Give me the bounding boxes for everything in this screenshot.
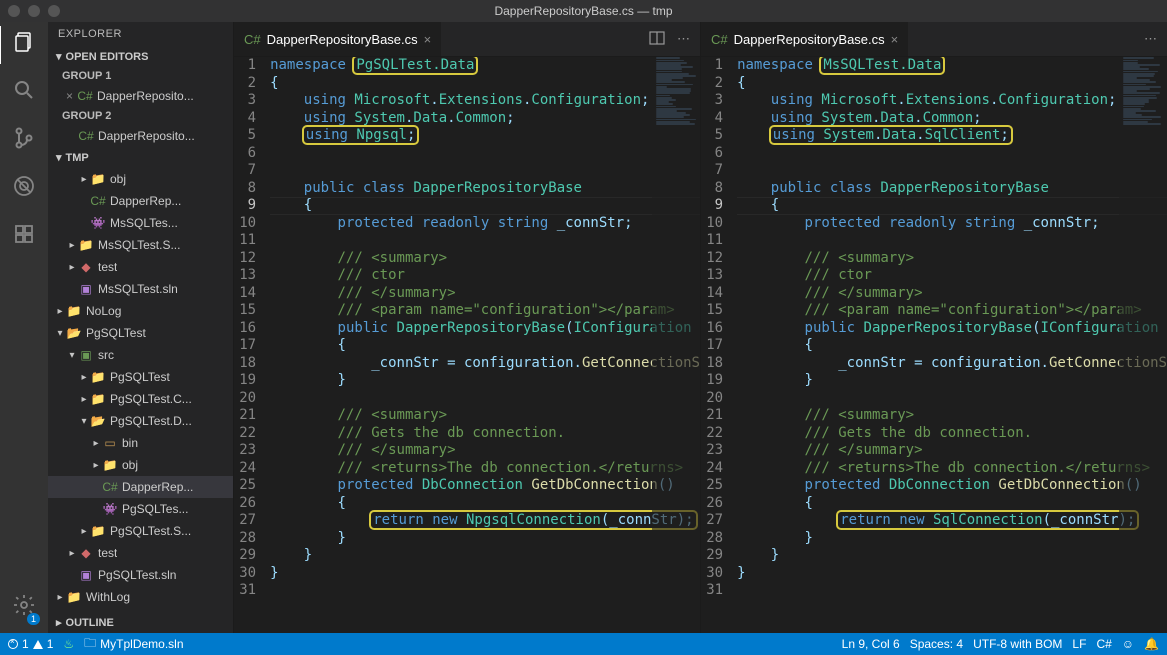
tree-folder[interactable]: ▸📁MsSQLTest.S... (48, 234, 233, 256)
status-indent[interactable]: Spaces: 4 (910, 637, 963, 651)
tree-folder[interactable]: ▸▭bin (48, 432, 233, 454)
explorer-icon[interactable] (12, 30, 36, 60)
test-icon: ◆ (78, 546, 94, 560)
editor-area: C#DapperRepositoryBase.cs× ⋯ 12345678910… (233, 22, 1167, 633)
status-flame[interactable]: ♨ (63, 637, 74, 651)
status-eol[interactable]: LF (1072, 637, 1086, 651)
tree-folder[interactable]: ▸📁WithLog (48, 586, 233, 608)
folder-icon: 📁 (90, 392, 106, 406)
tree-folder[interactable]: ▸📁obj (48, 168, 233, 190)
folder-icon: 🗀 (84, 634, 96, 655)
warning-icon (33, 640, 43, 649)
code-editor[interactable]: 1234567891011121314151617181920212223242… (701, 57, 1167, 633)
status-bell-icon[interactable]: 🔔 (1144, 637, 1159, 651)
status-project[interactable]: 🗀MyTplDemo.sln (84, 634, 183, 655)
vs-icon: 👾 (90, 216, 106, 230)
close-window-icon[interactable] (8, 5, 20, 17)
group-1-label: GROUP 1 (48, 67, 233, 85)
minimap[interactable] (652, 57, 700, 633)
window-title: DapperRepositoryBase.cs — tmp (0, 4, 1167, 18)
editor-pane-right: C#DapperRepositoryBase.cs× ⋯ 12345678910… (700, 22, 1167, 633)
tree-folder[interactable]: ▸◆test (48, 542, 233, 564)
folder-icon: 📁 (78, 238, 94, 252)
status-problems[interactable]: ×1 1 (8, 637, 53, 651)
folder-icon: 📁 (90, 370, 106, 384)
extensions-icon[interactable] (12, 222, 36, 252)
settings-icon[interactable]: 1 (12, 593, 36, 623)
tab-bar: C#DapperRepositoryBase.cs× ⋯ (234, 22, 700, 57)
src-icon: ▣ (78, 348, 94, 362)
sln-icon: ▣ (78, 568, 94, 582)
search-icon[interactable] (12, 78, 36, 108)
bin-icon: ▭ (102, 436, 118, 450)
source-control-icon[interactable] (12, 126, 36, 156)
workspace-header[interactable]: ▾TMP (48, 147, 233, 168)
open-editor-item[interactable]: ×C#DapperReposito... (48, 85, 233, 107)
tree-folder[interactable]: ▸📁PgSQLTest.C... (48, 388, 233, 410)
split-editor-icon[interactable] (649, 30, 665, 49)
open-editor-item[interactable]: C#DapperReposito... (48, 125, 233, 147)
window-controls[interactable] (8, 5, 60, 17)
folder-icon: 📁 (66, 590, 82, 604)
editor-pane-left: C#DapperRepositoryBase.cs× ⋯ 12345678910… (233, 22, 700, 633)
folder-icon: 📁 (66, 304, 82, 318)
status-bar: ×1 1 ♨ 🗀MyTplDemo.sln Ln 9, Col 6 Spaces… (0, 633, 1167, 655)
status-cursor[interactable]: Ln 9, Col 6 (842, 637, 900, 651)
vs-icon: 👾 (102, 502, 118, 516)
tree-folder[interactable]: ▸📁NoLog (48, 300, 233, 322)
csharp-icon: C# (90, 194, 106, 208)
folder-icon: 📁 (102, 458, 118, 472)
tree-file[interactable]: C#DapperRep... (48, 476, 233, 498)
close-tab-icon[interactable]: × (424, 32, 432, 47)
outline-header[interactable]: ▸OUTLINE (48, 612, 233, 633)
minimap[interactable] (1119, 57, 1167, 633)
activity-bar: 1 (0, 22, 48, 633)
csharp-icon: C# (244, 32, 261, 47)
sidebar: EXPLORER ▾OPEN EDITORS GROUP 1 ×C#Dapper… (48, 22, 233, 633)
tree-folder[interactable]: ▾▣src (48, 344, 233, 366)
group-2-label: GROUP 2 (48, 107, 233, 125)
tab[interactable]: C#DapperRepositoryBase.cs× (701, 22, 909, 56)
folder-open-icon: 📂 (66, 326, 82, 340)
tree-folder[interactable]: ▾📂PgSQLTest (48, 322, 233, 344)
folder-icon: 📁 (90, 172, 106, 186)
tree-folder[interactable]: ▸📁obj (48, 454, 233, 476)
title-bar: DapperRepositoryBase.cs — tmp (0, 0, 1167, 22)
tab-bar: C#DapperRepositoryBase.cs× ⋯ (701, 22, 1167, 57)
csharp-icon: C# (78, 129, 94, 143)
sidebar-title: EXPLORER (48, 22, 233, 46)
tree-folder[interactable]: ▸◆test (48, 256, 233, 278)
folder-icon: 📁 (90, 524, 106, 538)
tree-file[interactable]: C#DapperRep... (48, 190, 233, 212)
test-icon: ◆ (78, 260, 94, 274)
status-feedback-icon[interactable]: ☺ (1122, 637, 1134, 651)
sln-icon: ▣ (78, 282, 94, 296)
csharp-icon: C# (77, 89, 93, 103)
more-actions-icon[interactable]: ⋯ (677, 31, 690, 47)
error-icon: × (8, 639, 18, 649)
csharp-icon: C# (102, 480, 118, 494)
status-lang[interactable]: C# (1096, 637, 1111, 651)
tree-folder[interactable]: ▸📁PgSQLTest.S... (48, 520, 233, 542)
tree-file[interactable]: ▣MsSQLTest.sln (48, 278, 233, 300)
tab[interactable]: C#DapperRepositoryBase.cs× (234, 22, 442, 56)
tree-folder[interactable]: ▾📂PgSQLTest.D... (48, 410, 233, 432)
csharp-icon: C# (711, 32, 728, 47)
debug-icon[interactable] (12, 174, 36, 204)
folder-open-icon: 📂 (90, 414, 106, 428)
minimize-window-icon[interactable] (28, 5, 40, 17)
open-editors-header[interactable]: ▾OPEN EDITORS (48, 46, 233, 67)
tree-file[interactable]: 👾PgSQLTes... (48, 498, 233, 520)
tree-file[interactable]: ▣PgSQLTest.sln (48, 564, 233, 586)
tree-folder[interactable]: ▸📁PgSQLTest (48, 366, 233, 388)
settings-badge: 1 (27, 613, 40, 625)
tree-file[interactable]: 👾MsSQLTes... (48, 212, 233, 234)
close-tab-icon[interactable]: × (891, 32, 899, 47)
status-encoding[interactable]: UTF-8 with BOM (973, 637, 1062, 651)
zoom-window-icon[interactable] (48, 5, 60, 17)
code-editor[interactable]: 1234567891011121314151617181920212223242… (234, 57, 700, 633)
more-actions-icon[interactable]: ⋯ (1144, 31, 1157, 47)
